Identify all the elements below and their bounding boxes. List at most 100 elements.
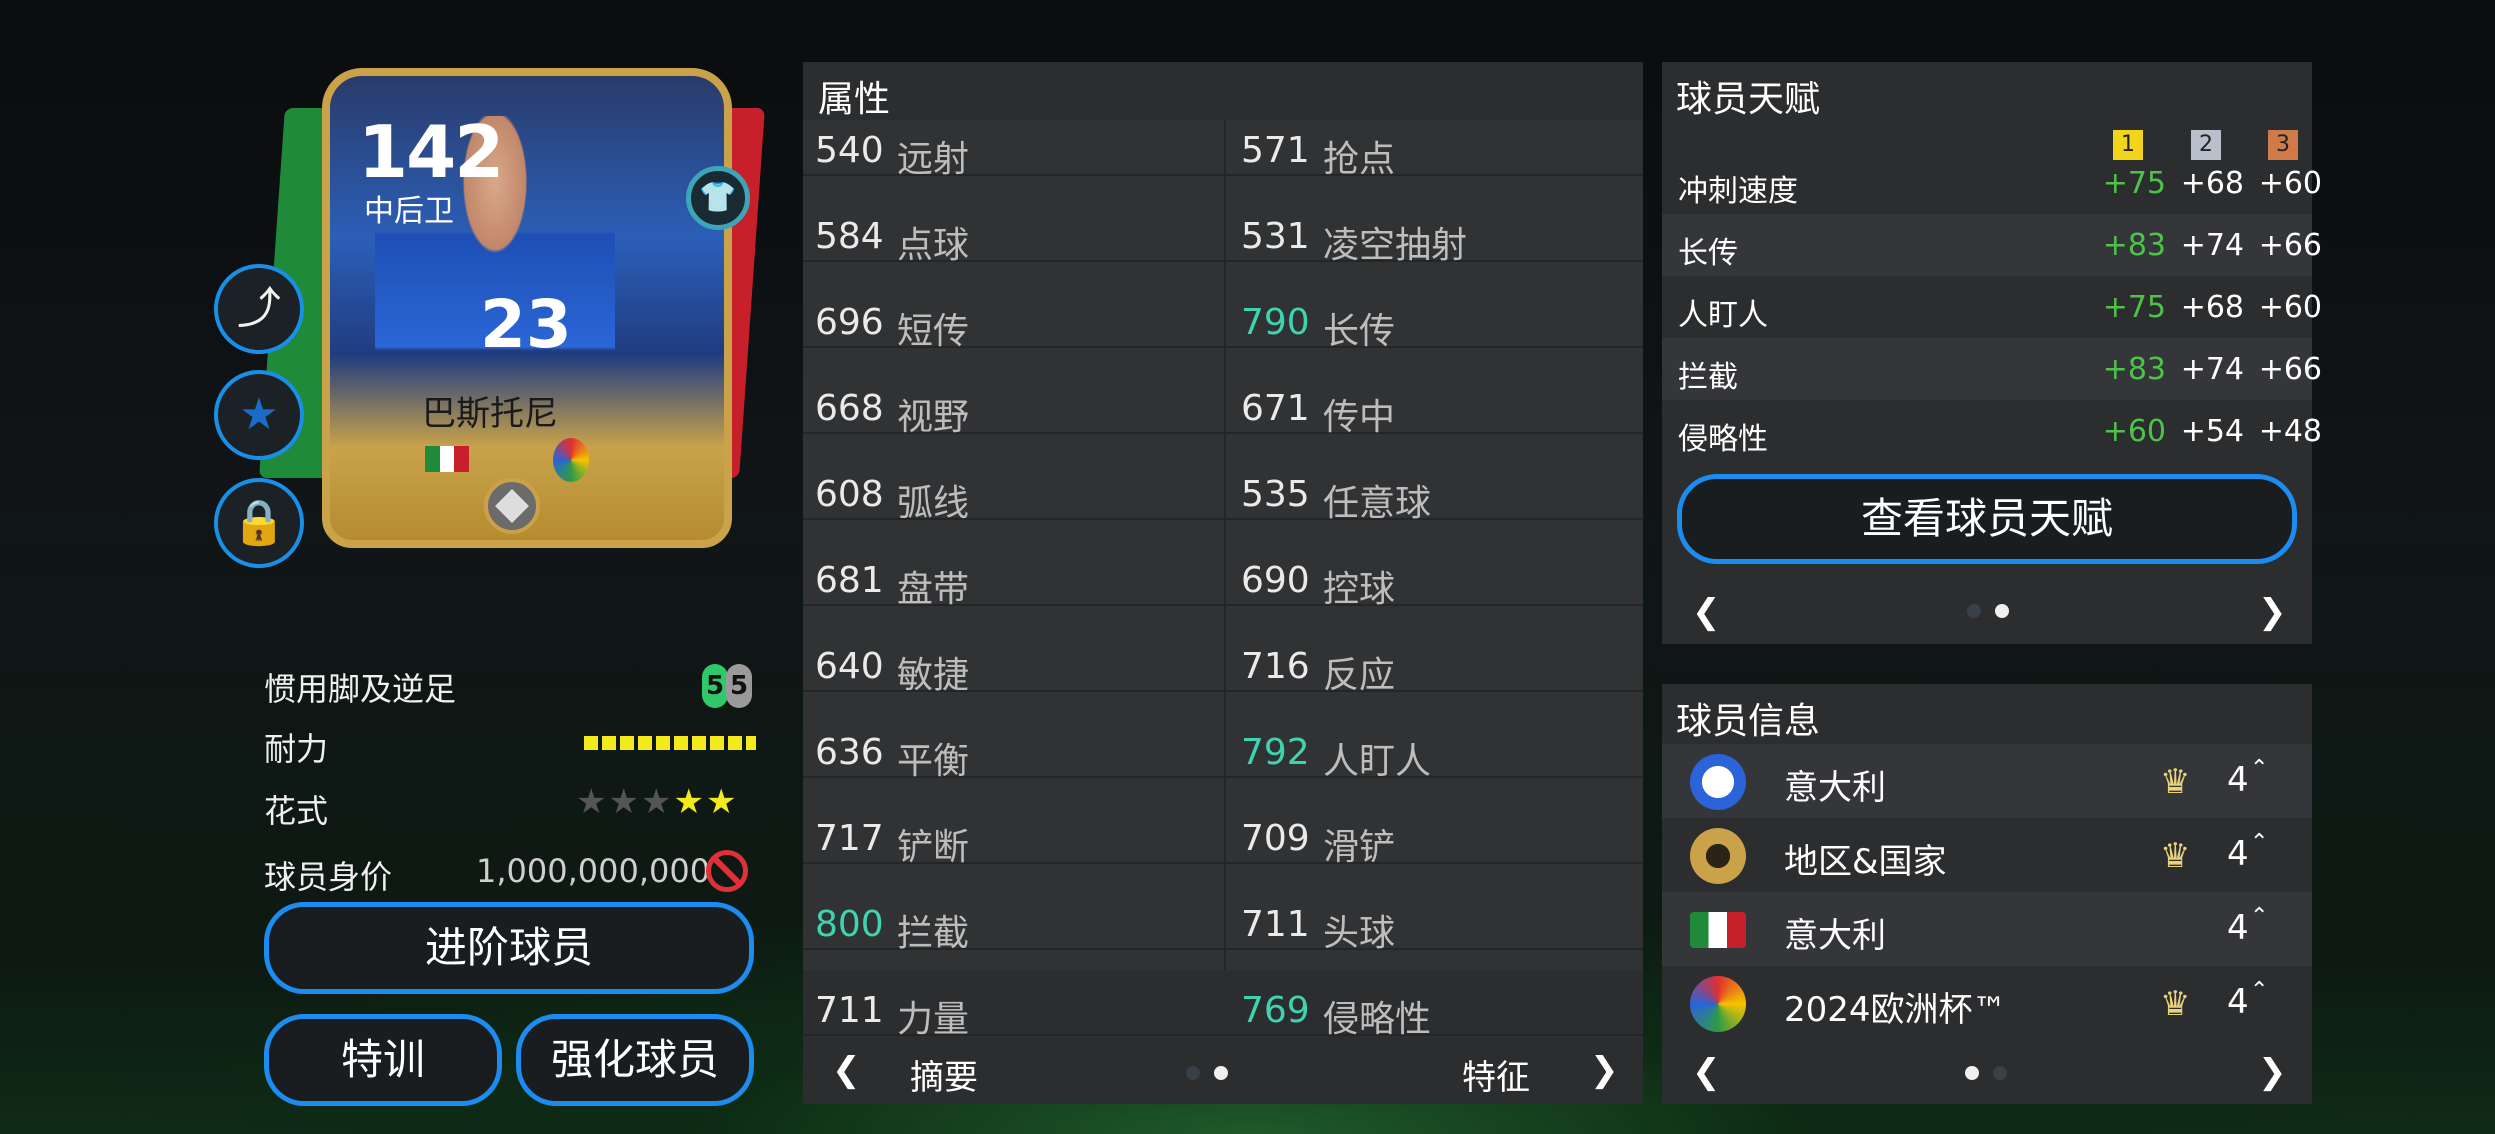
talent-row: 冲刺速度 +75 +68 +60 [1662,152,2322,214]
attribute-value: 668 [815,388,884,429]
weak-foot-value: 5 [726,664,752,708]
attribute-value: 640 [815,646,884,687]
italy-federation-icon [1690,754,1746,810]
talent-label: 冲刺速度 [1678,174,1798,209]
talent-rank1-value: +75 [2102,166,2166,201]
attribute-label: 侵略性 [1323,999,1432,1040]
talent-rank3-value: +66 [2258,228,2322,263]
attribute-row: 711 力量 769 侵略性 [803,950,1643,1040]
attribute-label: 点球 [897,225,970,266]
crown-icon: ♛ [2160,836,2191,876]
level-up-icon: ⌃ [2250,904,2269,929]
attribute-value: 800 [815,904,884,945]
info-row[interactable]: 地区&国家 ♛ 4 ⌃ [1662,818,2312,892]
talent-rank1-value: +83 [2102,352,2166,387]
star-filled-icon: ★ [705,782,739,822]
jersey-number: 23 [480,286,572,363]
attribute-label: 盘带 [897,569,970,610]
boost-player-button[interactable]: 强化球员 [516,1014,754,1106]
attrs-tab-summary[interactable]: 摘要 [910,1050,978,1099]
attribute-row: 668 视野 671 传中 [803,348,1643,438]
player-card-name: 巴斯托尼 [422,394,558,434]
skill-label: 花式 [264,792,329,830]
attribute-label: 任意球 [1323,483,1432,524]
talent-rank1-value: +83 [2102,228,2166,263]
attribute-label: 短传 [897,311,970,352]
attribute-row: 640 敏捷 716 反应 [803,606,1643,696]
talent-rank2-value: +68 [2180,166,2244,201]
talent-rank1-value: +75 [2102,290,2166,325]
attrs-page-dots [1186,1066,1228,1080]
stamina-bar [584,736,756,750]
talent-row: 拦截 +83 +74 +66 [1662,338,2322,400]
attribute-row: 584 点球 531 凌空抽射 [803,176,1643,266]
player-position: 中后卫 [364,194,454,229]
euro2024-logo-icon [1690,976,1746,1032]
rank-diamond-icon [484,478,540,534]
star-filled-icon: ★ [673,782,706,822]
level-up-icon: ⌃ [2250,830,2269,855]
foot-label: 惯用脚及逆足 [264,670,457,708]
attribute-label: 铲断 [897,827,970,868]
talent-rank3-value: +66 [2258,352,2322,387]
kit-shirt-icon[interactable]: 👕 [686,166,750,230]
attribute-label: 远射 [897,139,970,180]
attrs-prev-arrow[interactable]: ❮ [832,1050,861,1090]
page-dot [1993,1066,2007,1080]
share-button[interactable]: ⤴ [214,264,304,354]
attribute-label: 视野 [897,397,970,438]
attribute-value: 571 [1241,130,1310,171]
info-row[interactable]: 意大利 4 ⌃ [1662,892,2312,966]
talent-rank2-value: +54 [2180,414,2244,449]
training-button[interactable]: 特训 [264,1014,502,1106]
attribute-label: 头球 [1323,913,1396,954]
region-globe-icon [1690,828,1746,884]
euro2024-icon [553,438,589,482]
favorite-button[interactable]: ★ [214,370,304,460]
talent-rank2-value: +74 [2180,352,2244,387]
stamina-label: 耐力 [264,730,329,768]
attribute-label: 反应 [1323,655,1396,696]
attribute-value: 792 [1241,732,1310,773]
attribute-row: 608 弧线 535 任意球 [803,434,1643,524]
talent-page-dots [1967,604,2009,618]
talent-rank3-value: +60 [2258,290,2322,325]
page-dot-active [1214,1066,1228,1080]
talent-row: 长传 +83 +74 +66 [1662,214,2322,276]
talent-next-arrow[interactable]: ❯ [2258,592,2287,632]
talent-row: 人盯人 +75 +68 +60 [1662,276,2322,338]
attribute-value: 711 [815,990,884,1031]
attribute-value: 717 [815,818,884,859]
attribute-label: 弧线 [897,483,970,524]
attribute-label: 滑铲 [1323,827,1396,868]
info-prev-arrow[interactable]: ❮ [1692,1052,1721,1092]
attributes-grid: 540 远射 571 抢点 584 点球 531 凌空抽射 696 短传 790 长传 668 视野 671… [803,120,1643,1040]
nation-flag-icon [425,446,470,472]
player-value: 1,000,000,000 [476,852,711,890]
attribute-value: 535 [1241,474,1310,515]
attribute-row: 696 短传 790 长传 [803,262,1643,352]
talent-prev-arrow[interactable]: ❮ [1692,592,1721,632]
attribute-label: 力量 [897,999,970,1040]
info-level: 4 [2227,908,2249,948]
info-page-dots [1965,1066,2007,1080]
attribute-value: 769 [1241,990,1310,1031]
talent-rank3-value: +48 [2258,414,2322,449]
info-row[interactable]: 2024欧洲杯™ ♛ 4 ⌃ [1662,966,2312,1040]
talent-title: 球员天赋 [1676,79,1821,120]
advance-player-button[interactable]: 进阶球员 [264,902,754,994]
info-next-arrow[interactable]: ❯ [2258,1052,2287,1092]
attribute-value: 636 [815,732,884,773]
top-bar [0,0,2495,60]
lock-button[interactable]: 🔒 [214,478,304,568]
attribute-label: 平衡 [897,741,970,782]
attribute-value: 696 [815,302,884,343]
attrs-next-arrow[interactable]: ❯ [1590,1050,1619,1090]
info-row[interactable]: 意大利 ♛ 4 ⌃ [1662,744,2312,818]
view-talent-button[interactable]: 查看球员天赋 [1677,474,2297,564]
info-level: 4 [2227,760,2249,800]
talent-label: 人盯人 [1678,298,1768,333]
page-dot [1186,1066,1200,1080]
talent-label: 拦截 [1678,360,1738,395]
attrs-tab-traits[interactable]: 特征 [1462,1050,1530,1099]
